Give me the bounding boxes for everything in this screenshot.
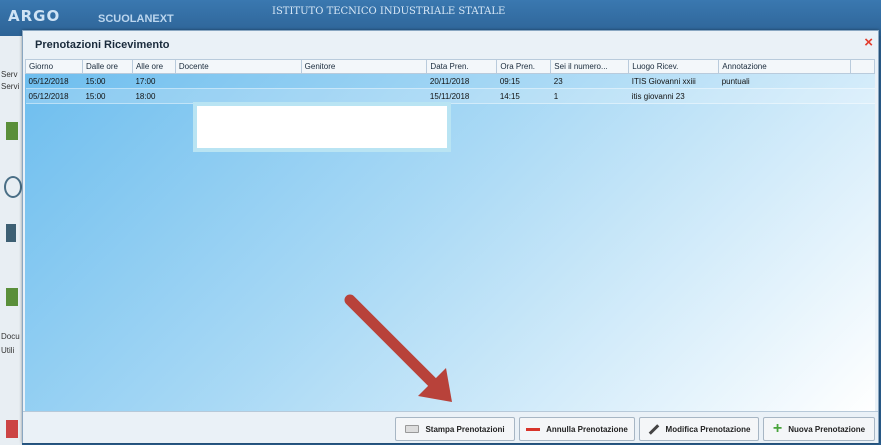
cell-alle-ore: 17:00: [132, 73, 176, 89]
sidebar-icon[interactable]: [6, 288, 18, 306]
modifica-prenotazione-button[interactable]: Modifica Prenotazione: [639, 417, 759, 441]
dialog-title: Prenotazioni Ricevimento: [35, 39, 170, 51]
cell-dalle-ore: 15:00: [82, 88, 133, 104]
column-header[interactable]: Giorno: [25, 59, 83, 74]
cell-ora-pren: 09:15: [496, 73, 551, 89]
stampa-prenotazioni-button[interactable]: Stampa Prenotazioni: [395, 417, 515, 441]
sidebar-circle-icon[interactable]: [4, 176, 22, 198]
app-logo-subtitle: SCUOLANEXT: [98, 13, 174, 25]
sidebar-text: Serv: [1, 70, 18, 79]
pencil-icon: [648, 423, 659, 435]
plus-icon: +: [772, 420, 783, 437]
button-label: Annulla Prenotazione: [546, 424, 628, 434]
column-header[interactable]: Docente: [174, 59, 302, 74]
user-icon[interactable]: [6, 224, 16, 242]
close-icon[interactable]: ×: [864, 34, 873, 51]
bookings-table: Giorno Dalle ore Alle ore Docente Genito…: [25, 59, 876, 104]
cell-luogo: ITIS Giovanni xxiii: [628, 73, 719, 89]
button-label: Stampa Prenotazioni: [425, 424, 505, 434]
left-sidebar: Serv Servi Docu Utili: [0, 36, 22, 445]
sidebar-text: Docu: [1, 332, 20, 341]
annulla-prenotazione-button[interactable]: Annulla Prenotazione: [519, 417, 635, 441]
cell-annotazione: puntuali: [718, 73, 851, 89]
column-header[interactable]: Luogo Ricev.: [628, 59, 720, 74]
column-header[interactable]: Genitore: [300, 59, 428, 74]
cell-data-pren: 20/11/2018: [426, 73, 497, 89]
button-label: Modifica Prenotazione: [665, 424, 751, 434]
printer-icon: [405, 425, 420, 433]
column-header[interactable]: Alle ore: [131, 59, 176, 74]
cell-alle-ore: 18:00: [132, 88, 176, 104]
school-name: ISTITUTO TECNICO INDUSTRIALE STATALE: [272, 6, 506, 17]
column-header[interactable]: Ora Pren.: [496, 59, 552, 74]
cell-giorno: 05/12/2018: [25, 88, 83, 104]
cell-giorno: 05/12/2018: [25, 73, 83, 89]
cell-numero: 1: [550, 88, 629, 104]
cell-dalle-ore: 15:00: [82, 73, 133, 89]
cell-annotazione: [718, 88, 851, 104]
dialog-footer: Stampa Prenotazioni Annulla Prenotazione…: [23, 411, 878, 443]
cell-docente: [175, 73, 302, 89]
cell-luogo: itis giovanni 23: [628, 88, 719, 104]
cell-ora-pren: 14:15: [496, 88, 551, 104]
column-header[interactable]: Data Pren.: [426, 59, 498, 74]
annotation-arrow-icon: [344, 294, 452, 402]
column-header[interactable]: Sei il numero...: [550, 59, 630, 74]
sidebar-icon[interactable]: [6, 420, 18, 438]
app-logo: ARGO: [8, 7, 61, 25]
column-header-spacer: [849, 59, 876, 74]
cell-genitore: [301, 73, 427, 89]
button-label: Nuova Prenotazione: [788, 424, 866, 434]
nuova-prenotazione-button[interactable]: + Nuova Prenotazione: [763, 417, 875, 441]
table-header-row: Giorno Dalle ore Alle ore Docente Genito…: [25, 59, 876, 74]
minus-icon: [526, 427, 541, 431]
sidebar-text: Servi: [1, 82, 20, 91]
cell-numero: 23: [550, 73, 629, 89]
sidebar-icon[interactable]: [6, 122, 18, 140]
sidebar-text: Utili: [1, 346, 15, 355]
table-row[interactable]: 05/12/2018 15:00 17:00 20/11/2018 09:15 …: [25, 73, 875, 89]
column-header[interactable]: Annotazione: [718, 59, 851, 74]
redaction-box: [193, 102, 451, 152]
column-header[interactable]: Dalle ore: [81, 59, 133, 74]
